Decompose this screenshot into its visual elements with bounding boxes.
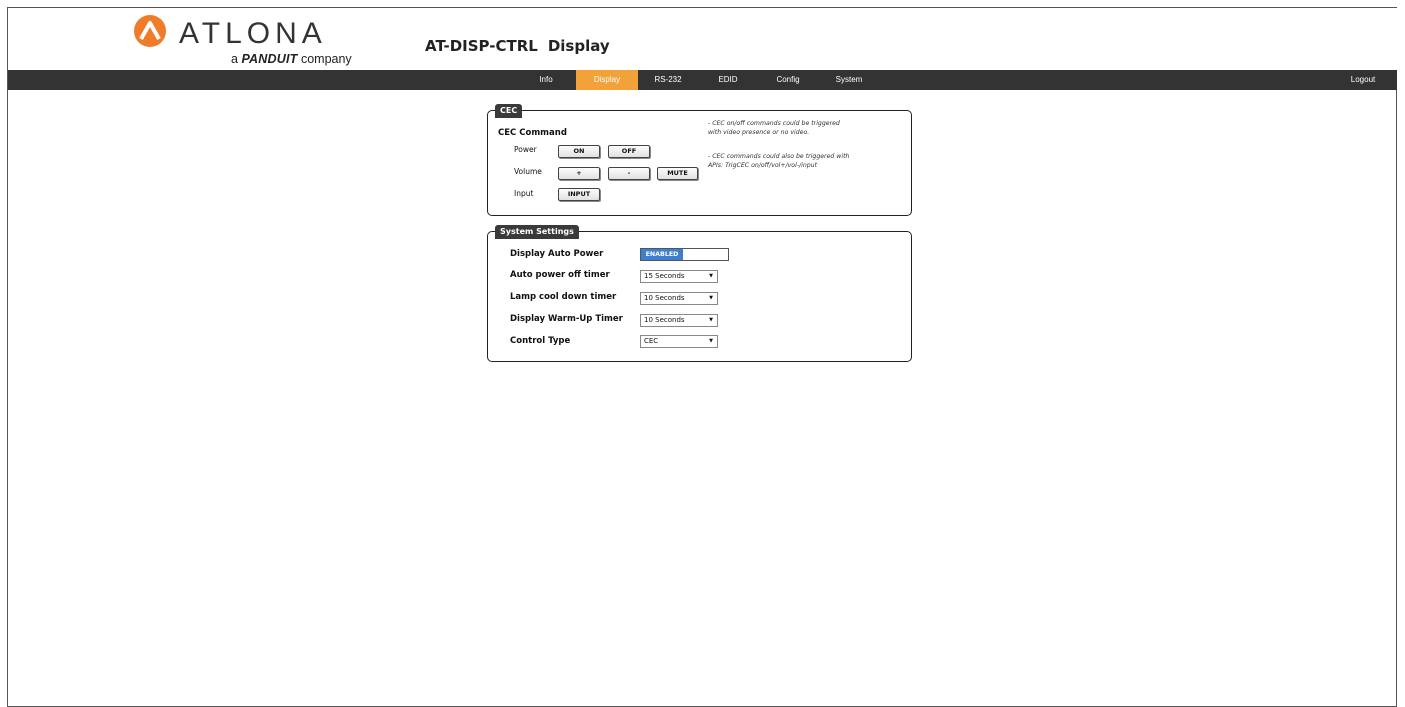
logout-link[interactable]: Logout [1343, 70, 1383, 90]
control-type-select[interactable]: CEC ▼ [640, 335, 718, 348]
toggle-enabled-label: ENABLED [641, 249, 683, 260]
lamp-cool-down-label: Lamp cool down timer [510, 292, 617, 302]
page-title: AT-DISP-CTRL Display [425, 37, 610, 55]
chevron-down-icon: ▼ [709, 317, 713, 323]
display-auto-power-toggle[interactable]: ENABLED [640, 248, 729, 261]
chevron-down-icon: ▼ [709, 273, 713, 279]
device-model: AT-DISP-CTRL [425, 37, 538, 55]
tab-edid[interactable]: EDID [714, 70, 742, 90]
display-auto-power-label: Display Auto Power [510, 249, 604, 259]
volume-down-button[interactable]: - [608, 167, 650, 180]
chevron-down-icon: ▼ [709, 295, 713, 301]
control-type-label: Control Type [510, 336, 571, 346]
volume-label: Volume [514, 167, 542, 176]
brand-tagline: a PANDUIT company [231, 52, 352, 66]
page-name: Display [547, 37, 610, 55]
chevron-down-icon: ▼ [709, 338, 713, 344]
nav-bar: Info Display RS-232 EDID Config System L… [8, 70, 1397, 90]
lamp-cool-down-select[interactable]: 10 Seconds ▼ [640, 292, 718, 305]
lamp-cool-down-value: 10 Seconds [644, 294, 685, 302]
cec-legend: CEC [495, 104, 523, 118]
display-warm-up-value: 10 Seconds [644, 316, 685, 324]
auto-power-off-label: Auto power off timer [510, 270, 610, 280]
header: ATLONA a PANDUIT company AT-DISP-CTRL Dis… [8, 8, 1397, 70]
mute-button[interactable]: MUTE [657, 167, 698, 180]
atlona-logo: ATLONA a PANDUIT company [131, 14, 361, 66]
tab-display[interactable]: Display [576, 70, 638, 90]
input-label: Input [514, 189, 534, 198]
auto-power-off-value: 15 Seconds [644, 272, 685, 280]
cec-command-heading: CEC Command [498, 128, 567, 138]
input-button[interactable]: INPUT [558, 188, 600, 201]
power-label: Power [514, 145, 537, 154]
cec-note-1: - CEC on/off commands could be triggered… [708, 120, 840, 136]
brand-name: ATLONA [179, 17, 327, 50]
cec-note-2: - CEC commands could also be triggered w… [708, 153, 850, 169]
power-on-button[interactable]: ON [558, 145, 600, 158]
display-warm-up-label: Display Warm-Up Timer [510, 314, 623, 324]
system-settings-legend: System Settings [495, 225, 579, 239]
volume-up-button[interactable]: + [558, 167, 600, 180]
atlona-logo-icon [134, 15, 166, 47]
power-off-button[interactable]: OFF [608, 145, 650, 158]
tab-config[interactable]: Config [771, 70, 805, 90]
auto-power-off-select[interactable]: 15 Seconds ▼ [640, 270, 718, 283]
control-type-value: CEC [644, 337, 659, 345]
tab-info[interactable]: Info [532, 70, 560, 90]
display-warm-up-select[interactable]: 10 Seconds ▼ [640, 314, 718, 327]
tab-system[interactable]: System [831, 70, 867, 90]
tab-rs232[interactable]: RS-232 [648, 70, 688, 90]
